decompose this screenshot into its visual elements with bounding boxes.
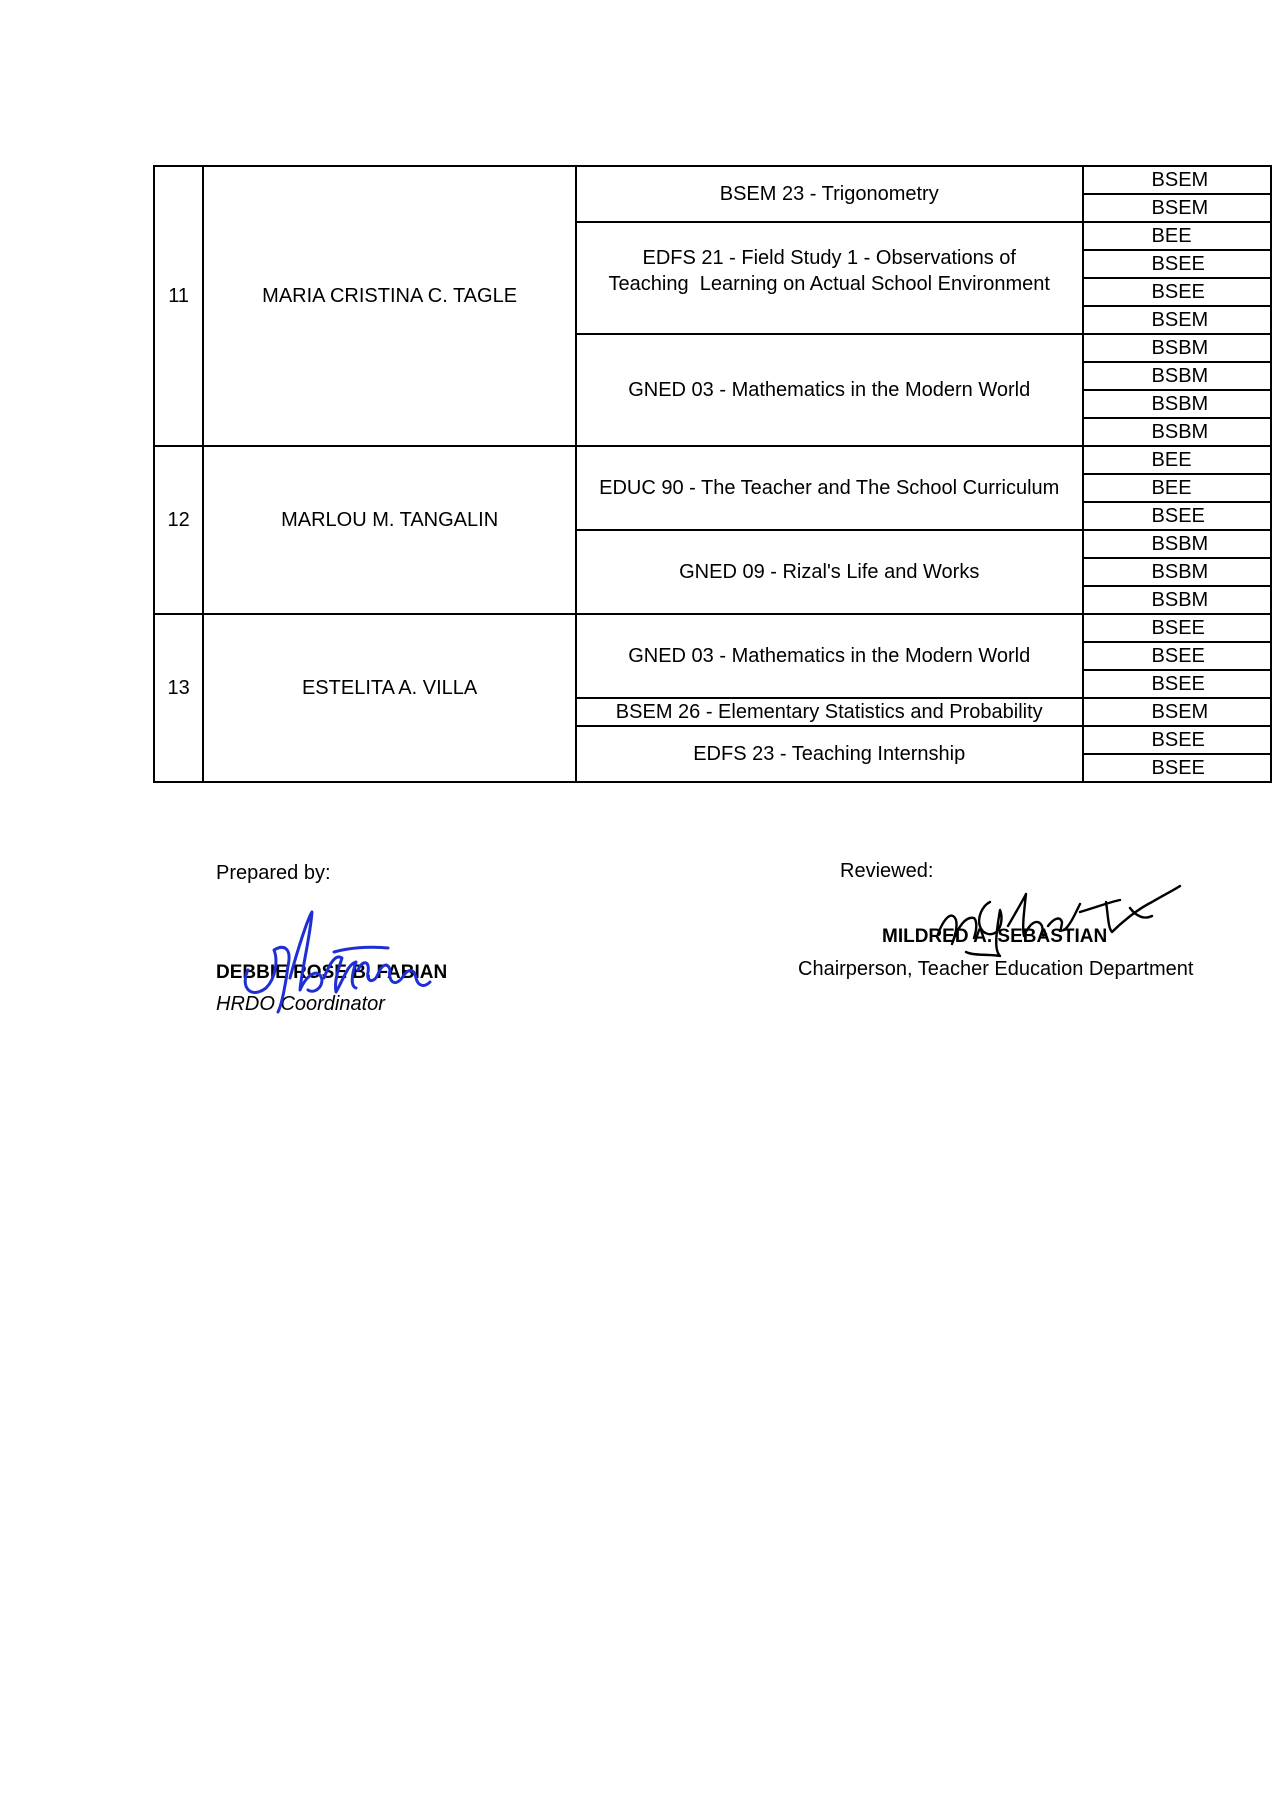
subject-title: GNED 03 - Mathematics in the Modern Worl…: [574, 333, 1084, 447]
subject-title: EDUC 90 - The Teacher and The School Cur…: [574, 445, 1084, 531]
faculty-name: ESTELITA A. VILLA: [202, 613, 577, 783]
section-cell: BSBM: [1081, 529, 1272, 559]
section-cell: BSEE: [1081, 669, 1272, 699]
section-cell: BSEE: [1081, 613, 1272, 643]
faculty-name: MARLOU M. TANGALIN: [202, 445, 577, 615]
section-cell: BEE: [1081, 445, 1272, 475]
faculty-number: 11: [152, 165, 205, 447]
section-cell: BSBM: [1081, 585, 1272, 615]
prepared-by-label: Prepared by:: [216, 862, 331, 884]
section-cell: BSEM: [1081, 165, 1272, 195]
section-cell: BSEE: [1081, 249, 1272, 279]
subject-title: GNED 03 - Mathematics in the Modern Worl…: [574, 613, 1084, 699]
section-cell: BSBM: [1081, 417, 1272, 447]
section-cell: BSEM: [1081, 193, 1272, 223]
table-row: 12 MARLOU M. TANGALIN EDUC 90 - The Teac…: [152, 445, 1272, 615]
section-cell: BEE: [1081, 473, 1272, 503]
subject-title-line: Teaching Learning on Actual School Envir…: [608, 273, 1050, 295]
table-row: 13 ESTELITA A. VILLA GNED 03 - Mathemati…: [152, 613, 1272, 783]
subject-title: EDFS 23 - Teaching Internship: [574, 725, 1084, 783]
subject-title: GNED 09 - Rizal's Life and Works: [574, 529, 1084, 615]
section-cell: BSEE: [1081, 641, 1272, 671]
faculty-name: MARIA CRISTINA C. TAGLE: [202, 165, 577, 447]
section-cell: BSEE: [1081, 725, 1272, 755]
section-cell: BSBM: [1081, 389, 1272, 419]
preparer-signature: [243, 910, 432, 1014]
reviewer-signature: [936, 884, 1182, 958]
faculty-number: 12: [152, 445, 205, 615]
section-cell: BSEE: [1081, 501, 1272, 531]
reviewed-label: Reviewed:: [840, 860, 934, 882]
subject-title: BSEM 26 - Elementary Statistics and Prob…: [574, 697, 1084, 727]
section-cell: BSBM: [1081, 557, 1272, 587]
section-cell: BEE: [1081, 221, 1272, 251]
subject-title: EDFS 21 - Field Study 1 - Observations o…: [574, 221, 1084, 335]
section-cell: BSEE: [1081, 753, 1272, 783]
section-cell: BSBM: [1081, 361, 1272, 391]
faculty-number: 13: [152, 613, 205, 783]
subject-title: BSEM 23 - Trigonometry: [574, 165, 1084, 223]
subject-title-line: EDFS 21 - Field Study 1 - Observations o…: [642, 247, 1016, 269]
section-cell: BSEM: [1081, 697, 1272, 727]
section-cell: BSBM: [1081, 333, 1272, 363]
section-cell: BSEE: [1081, 277, 1272, 307]
section-cell: BSEM: [1081, 305, 1272, 335]
faculty-load-table: 11 MARIA CRISTINA C. TAGLE BSEM 23 - Tri…: [152, 165, 1272, 783]
table-row: 11 MARIA CRISTINA C. TAGLE BSEM 23 - Tri…: [152, 165, 1272, 447]
